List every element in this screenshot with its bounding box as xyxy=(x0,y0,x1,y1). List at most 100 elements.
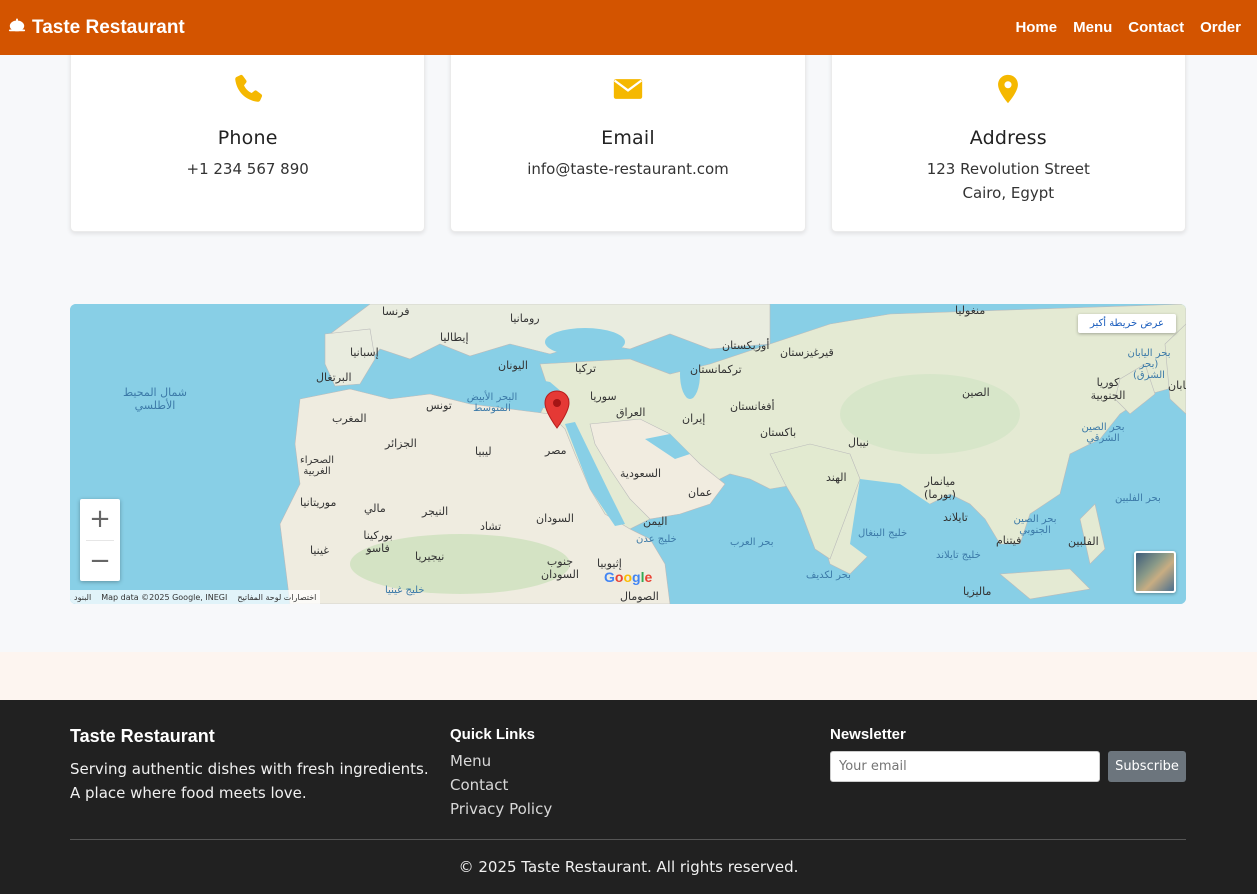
map-label: أوزبكستان xyxy=(722,339,770,352)
map-label: الجزائر xyxy=(385,437,417,450)
map-label: السعودية xyxy=(620,467,662,480)
section-spacer xyxy=(0,652,1257,700)
map-label: النيجر xyxy=(422,505,449,518)
envelope-icon xyxy=(611,71,645,107)
phone-icon xyxy=(231,71,265,107)
map-label: ميانمار (بورما) xyxy=(924,475,956,501)
map-label: اليمن xyxy=(643,515,668,528)
sea-label: خليج غينيا xyxy=(385,585,425,596)
sea-label: خليج البنغال xyxy=(858,528,908,539)
map-label: البرتغال xyxy=(316,371,352,384)
sea-label: بحر اليابان (بحر الشرق) xyxy=(1127,348,1171,381)
map-data-credit: Map data ©2025 Google, INEGI xyxy=(101,592,228,602)
google-map[interactable]: مصر ليبيا الجزائر المغرب الصحراء الغربية… xyxy=(70,304,1186,604)
card-title: Address xyxy=(969,127,1047,149)
contact-cards: Phone +1 234 567 890 Email info@taste-re… xyxy=(70,40,1186,232)
map-label: أفغانستان xyxy=(730,400,775,413)
map-label: نيبال xyxy=(848,436,870,449)
map-label: إيطاليا xyxy=(440,331,469,344)
map-label: تشاد xyxy=(480,520,502,533)
map-label: السودان xyxy=(536,512,574,525)
view-larger-map-link[interactable]: عرض خريطة أكبر xyxy=(1077,314,1176,333)
map-label: الصحراء الغربية xyxy=(300,455,334,477)
map-label: العراق xyxy=(616,406,646,419)
zoom-out-button[interactable]: − xyxy=(80,541,120,582)
quick-links-title: Quick Links xyxy=(450,726,536,743)
card-value: info@taste-restaurant.com xyxy=(527,160,729,178)
footer-link-menu[interactable]: Menu xyxy=(450,751,750,771)
card-value: +1 234 567 890 xyxy=(186,160,309,178)
sea-label: خليج عدن xyxy=(636,534,677,545)
map-label: مالي xyxy=(364,502,386,515)
map-label: مصر xyxy=(545,444,567,457)
map-label: تركمانستان xyxy=(690,363,742,376)
brand-link[interactable]: Taste Restaurant xyxy=(8,16,185,40)
sea-label: البحر الأبيض المتوسط xyxy=(466,392,518,414)
quick-links-list: Menu Contact Privacy Policy xyxy=(450,751,750,819)
map-label: قيرغيزستان xyxy=(780,346,834,359)
nav-link-menu[interactable]: Menu xyxy=(1073,19,1112,36)
map-label: إسبانيا xyxy=(350,346,379,359)
card-title: Email xyxy=(601,127,655,149)
map-label: نيجيريا xyxy=(415,550,445,563)
map-label: الصين xyxy=(962,386,990,399)
contact-card-email: Email info@taste-restaurant.com xyxy=(450,40,806,232)
footer-brand: Taste Restaurant xyxy=(70,726,215,746)
sea-label: شمال المحيط الأطلسي xyxy=(122,386,188,412)
sea-label: بحر العرب xyxy=(730,537,774,548)
map-label: موريتانيا xyxy=(300,496,337,509)
map-marker-icon xyxy=(991,71,1025,107)
map-label: الهند xyxy=(826,471,847,484)
satellite-toggle-button[interactable] xyxy=(1134,551,1176,593)
sea-label: بحر الصين الشرقي xyxy=(1081,422,1125,444)
newsletter-email-input[interactable] xyxy=(830,751,1100,782)
map-label: كوريا الجنوبية xyxy=(1090,376,1126,402)
map-label: منغوليا xyxy=(955,304,986,317)
map-label: بوركينا فاسو xyxy=(363,529,393,555)
map-label: اليونان xyxy=(498,359,528,372)
map-label: المغرب xyxy=(332,412,367,425)
card-title: Phone xyxy=(217,127,278,149)
footer-about: Taste Restaurant Serving authentic dishe… xyxy=(70,726,430,805)
footer-quick-links: Quick Links Menu Contact Privacy Policy xyxy=(450,726,750,819)
map-label: باكستان xyxy=(760,426,797,439)
footer-description: Serving authentic dishes with fresh ingr… xyxy=(70,760,429,802)
map-attribution: البنود Map data ©2025 Google, INEGI اختص… xyxy=(70,590,321,604)
sea-label: بحر لكديف xyxy=(806,570,851,581)
map-label: الفلبين xyxy=(1068,535,1099,548)
subscribe-button[interactable]: Subscribe xyxy=(1108,751,1186,782)
keyboard-shortcuts-link[interactable]: اختصارات لوحة المفاتيح xyxy=(237,593,316,602)
map-label: الصومال xyxy=(620,590,659,603)
map-label: تونس xyxy=(426,399,452,412)
terms-link[interactable]: البنود xyxy=(74,593,91,602)
nav-links: Home Menu Contact Order xyxy=(1015,19,1241,36)
newsletter-form: Subscribe xyxy=(830,751,1186,782)
zoom-in-button[interactable]: + xyxy=(80,499,120,540)
brand-name: Taste Restaurant xyxy=(32,16,185,38)
map-label: إيران xyxy=(682,412,706,425)
map-label: رومانيا xyxy=(510,312,540,325)
sea-label: بحر الفلبين xyxy=(1115,493,1161,504)
card-value: 123 Revolution Street Cairo, Egypt xyxy=(926,160,1090,202)
nav-link-home[interactable]: Home xyxy=(1015,19,1057,36)
footer-link-contact[interactable]: Contact xyxy=(450,775,750,795)
map-label: عمان xyxy=(688,486,713,499)
footer-link-privacy[interactable]: Privacy Policy xyxy=(450,799,750,819)
map-label: غينيا xyxy=(310,544,330,557)
sea-label: خليج تايلاند xyxy=(936,550,981,561)
map-label: سوريا xyxy=(590,390,617,403)
utensils-icon xyxy=(8,16,26,40)
map-label: تايلاند xyxy=(943,511,968,524)
contact-card-phone: Phone +1 234 567 890 xyxy=(70,40,426,232)
map-tiles xyxy=(70,304,1186,604)
footer-divider xyxy=(70,839,1186,840)
map-label: تركيا xyxy=(575,362,597,375)
nav-link-order[interactable]: Order xyxy=(1200,19,1241,36)
footer: Taste Restaurant Serving authentic dishe… xyxy=(0,700,1257,894)
sea-label: بحر الصين الجنوبي xyxy=(1013,514,1057,536)
navbar: Taste Restaurant Home Menu Contact Order xyxy=(0,0,1257,55)
map-label: ليبيا xyxy=(475,445,492,458)
nav-link-contact[interactable]: Contact xyxy=(1128,19,1184,36)
copyright-text: © 2025 Taste Restaurant. All rights rese… xyxy=(458,858,799,876)
location-marker-icon[interactable] xyxy=(543,390,571,434)
